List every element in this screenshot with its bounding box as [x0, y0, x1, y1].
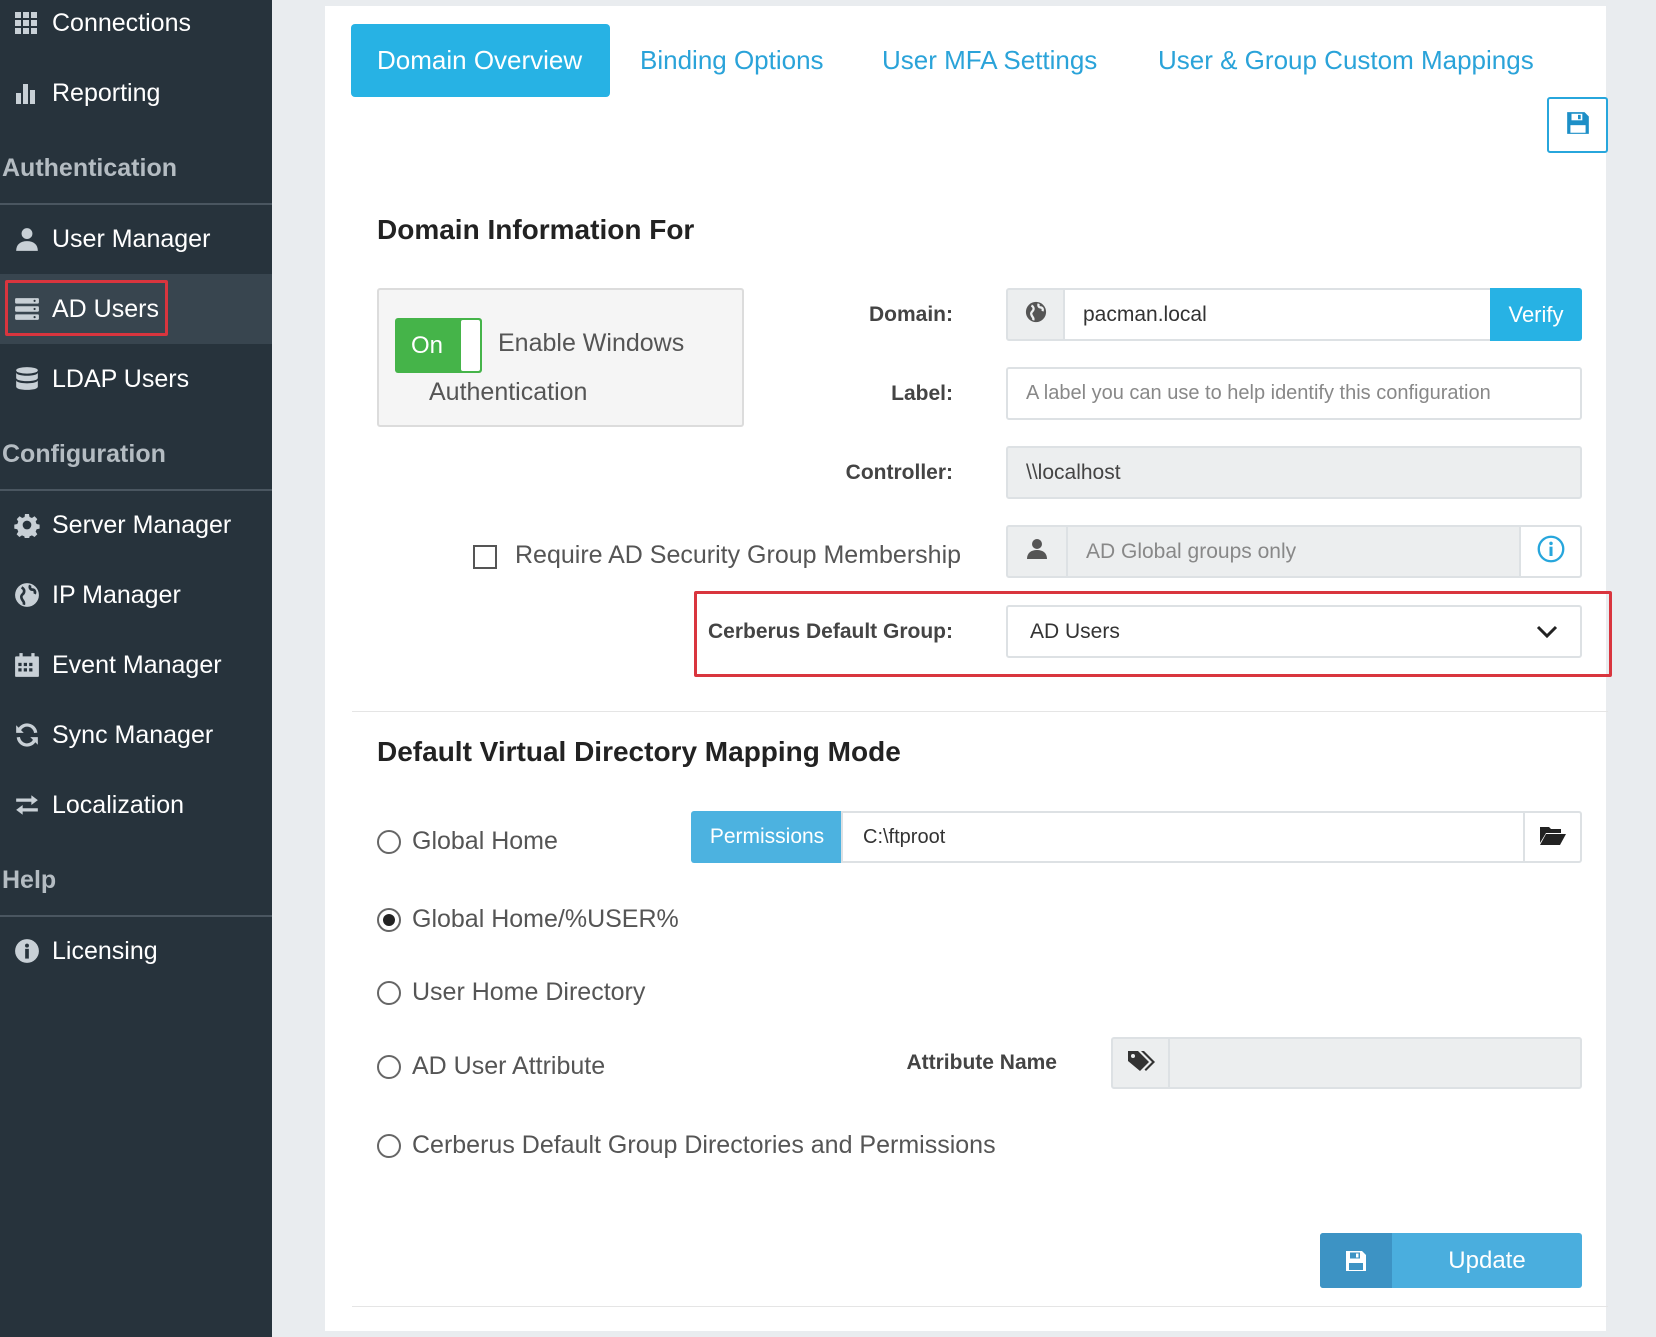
sidebar-item-label: IP Manager [52, 580, 181, 609]
sidebar-item-label: Sync Manager [52, 720, 214, 749]
group-input[interactable]: AD Global groups only [1066, 525, 1521, 578]
default-group-label: Cerberus Default Group: [707, 620, 953, 643]
user-icon [0, 226, 52, 252]
domain-value: pacman.local [1083, 302, 1207, 326]
domain-label: Domain: [869, 303, 953, 326]
sidebar-item-connections[interactable]: Connections [0, 0, 272, 58]
toggle-label-cont: Authentication [429, 378, 588, 406]
info-icon [0, 938, 52, 964]
sidebar-item-licensing[interactable]: Licensing [0, 916, 272, 986]
sidebar-item-server-manager[interactable]: Server Manager [0, 490, 272, 560]
label-input[interactable]: A label you can use to help identify thi… [1006, 367, 1582, 420]
globe-icon [0, 582, 52, 608]
folder-open-icon [1539, 824, 1567, 851]
attribute-name-label: Attribute Name [906, 1051, 1057, 1074]
controller-value: \\localhost [1026, 460, 1121, 484]
enable-windows-auth-toggle[interactable]: On [395, 318, 482, 373]
update-label: Update [1448, 1246, 1526, 1274]
label-field-label: Label: [891, 382, 953, 405]
chevron-down-icon [1536, 622, 1558, 646]
radio-global-home-label: Global Home [412, 827, 558, 855]
default-group-value: AD Users [1030, 619, 1120, 643]
calendar-icon [0, 652, 52, 678]
home-path-value: C:\ftproot [863, 825, 946, 848]
controller-input[interactable]: \\localhost [1006, 446, 1582, 499]
tab-user-mfa-settings[interactable]: User MFA Settings [882, 24, 1097, 97]
section-header-configuration: Configuration [2, 440, 166, 468]
radio-ad-user-attribute[interactable] [377, 1055, 401, 1079]
domain-addon [1006, 288, 1065, 341]
require-group-checkbox[interactable] [473, 545, 497, 569]
attribute-name-input[interactable] [1168, 1037, 1582, 1089]
group-info-button[interactable] [1519, 525, 1582, 578]
browse-folder-button[interactable] [1523, 811, 1582, 863]
radio-ad-user-attribute-label: AD User Attribute [412, 1052, 606, 1080]
radio-user-home-directory-label: User Home Directory [412, 978, 646, 1006]
sidebar-item-user-manager[interactable]: User Manager [0, 204, 272, 274]
sidebar-item-label: Server Manager [52, 510, 232, 539]
toggle-label: Enable Windows [498, 329, 685, 357]
sidebar-item-label: Reporting [52, 78, 161, 107]
require-group-label: Require AD Security Group Membership [515, 541, 962, 569]
sidebar-item-localization[interactable]: Localization [0, 770, 272, 840]
sidebar-item-sync-manager[interactable]: Sync Manager [0, 700, 272, 770]
save-icon [1320, 1233, 1392, 1288]
sidebar-item-label: User Manager [52, 224, 211, 253]
radio-user-home-directory[interactable] [377, 981, 401, 1005]
sidebar-item-label: Connections [52, 8, 191, 37]
sidebar-item-label: Licensing [52, 936, 158, 965]
sidebar-item-event-manager[interactable]: Event Manager [0, 630, 272, 700]
sidebar: Connections Reporting Authentication Use… [0, 0, 272, 1337]
radio-global-home[interactable] [377, 830, 401, 854]
group-placeholder: AD Global groups only [1086, 539, 1297, 563]
sidebar-item-label: Event Manager [52, 650, 222, 679]
refresh-icon [0, 722, 52, 748]
sidebar-item-label: Localization [52, 790, 185, 819]
section-header-authentication: Authentication [2, 154, 177, 182]
section-header-help: Help [2, 866, 57, 894]
group-addon [1006, 525, 1068, 578]
domain-input[interactable]: pacman.local [1063, 288, 1492, 341]
globe-icon [1025, 301, 1047, 328]
save-icon [1565, 110, 1591, 141]
tab-domain-overview[interactable]: Domain Overview [351, 24, 610, 97]
tags-icon [1127, 1049, 1155, 1078]
section-title-mapping-mode: Default Virtual Directory Mapping Mode [377, 736, 901, 767]
tab-binding-options[interactable]: Binding Options [640, 24, 824, 97]
radio-global-home-user[interactable] [377, 908, 401, 932]
radio-cerberus-default-group[interactable] [377, 1134, 401, 1158]
bar-chart-icon [0, 81, 52, 105]
radio-cerberus-default-group-label: Cerberus Default Group Directories and P… [412, 1131, 996, 1159]
update-button[interactable]: Update [1320, 1233, 1582, 1288]
default-group-select[interactable]: AD Users [1006, 605, 1582, 658]
info-circle-icon [1537, 535, 1565, 568]
section-title-domain-information: Domain Information For [377, 214, 695, 245]
exchange-icon [0, 792, 52, 818]
home-path-input[interactable]: C:\ftproot [841, 811, 1525, 863]
label-placeholder: A label you can use to help identify thi… [1026, 382, 1491, 404]
toggle-knob [461, 320, 480, 371]
grid-icon [0, 11, 52, 35]
tab-user-group-custom-mappings[interactable]: User & Group Custom Mappings [1158, 24, 1534, 97]
sidebar-item-ldap-users[interactable]: LDAP Users [0, 344, 272, 414]
radio-global-home-user-label: Global Home/%USER% [412, 905, 679, 933]
section-divider [352, 711, 1608, 712]
controller-label: Controller: [845, 461, 953, 484]
gear-icon [0, 512, 52, 538]
attribute-addon [1111, 1037, 1170, 1089]
bottom-divider [352, 1306, 1608, 1307]
verify-button[interactable]: Verify [1490, 288, 1582, 341]
toggle-state: On [411, 332, 444, 359]
user-group-icon [1024, 537, 1050, 566]
database-icon [0, 366, 52, 392]
sidebar-item-ip-manager[interactable]: IP Manager [0, 560, 272, 630]
sidebar-item-reporting[interactable]: Reporting [0, 58, 272, 128]
permissions-button[interactable]: Permissions [691, 811, 843, 863]
sidebar-item-label: LDAP Users [52, 364, 190, 393]
highlight-box-ad-users [5, 280, 168, 336]
save-button[interactable] [1547, 97, 1608, 153]
